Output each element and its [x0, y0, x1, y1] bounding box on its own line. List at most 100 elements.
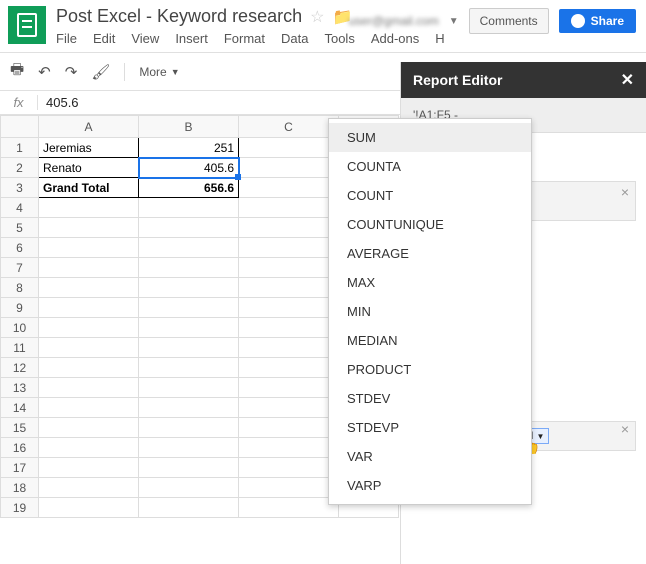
- dropdown-item-max[interactable]: MAX: [329, 268, 531, 297]
- cell[interactable]: [239, 258, 339, 278]
- cell[interactable]: [39, 198, 139, 218]
- account-caret-icon[interactable]: ▼: [449, 16, 459, 27]
- row-header[interactable]: 10: [1, 318, 39, 338]
- close-icon[interactable]: ×: [621, 184, 629, 200]
- cell[interactable]: [139, 498, 239, 518]
- cell[interactable]: [39, 438, 139, 458]
- row-header[interactable]: 12: [1, 358, 39, 378]
- dropdown-item-product[interactable]: PRODUCT: [329, 355, 531, 384]
- cell[interactable]: [139, 238, 239, 258]
- comments-button[interactable]: Comments: [469, 8, 549, 34]
- row-header[interactable]: 17: [1, 458, 39, 478]
- cell[interactable]: [39, 258, 139, 278]
- row-header[interactable]: 2: [1, 158, 39, 178]
- cell[interactable]: [39, 498, 139, 518]
- row-header[interactable]: 14: [1, 398, 39, 418]
- cell[interactable]: [139, 278, 239, 298]
- row-header[interactable]: 15: [1, 418, 39, 438]
- row-header[interactable]: 13: [1, 378, 39, 398]
- cell[interactable]: [239, 238, 339, 258]
- cell[interactable]: [39, 318, 139, 338]
- dropdown-item-stdevp[interactable]: STDEVP: [329, 413, 531, 442]
- row-header[interactable]: 16: [1, 438, 39, 458]
- row-header[interactable]: 3: [1, 178, 39, 198]
- cell[interactable]: [139, 318, 239, 338]
- cell[interactable]: [239, 298, 339, 318]
- cell[interactable]: [239, 218, 339, 238]
- select-all-corner[interactable]: [1, 116, 39, 138]
- cell[interactable]: [139, 218, 239, 238]
- cell[interactable]: [139, 198, 239, 218]
- row-header[interactable]: 1: [1, 138, 39, 158]
- cell[interactable]: [239, 358, 339, 378]
- menu-item-edit[interactable]: Edit: [93, 31, 115, 46]
- menu-item-view[interactable]: View: [131, 31, 159, 46]
- cell[interactable]: [139, 258, 239, 278]
- cell[interactable]: [239, 458, 339, 478]
- print-icon[interactable]: 🖶: [10, 59, 24, 84]
- cell[interactable]: [239, 338, 339, 358]
- undo-icon[interactable]: ↶: [38, 63, 51, 81]
- more-button[interactable]: More ▼: [139, 65, 179, 79]
- dropdown-item-countunique[interactable]: COUNTUNIQUE: [329, 210, 531, 239]
- cell[interactable]: [239, 138, 339, 158]
- cell[interactable]: [39, 338, 139, 358]
- cell[interactable]: [139, 338, 239, 358]
- dropdown-item-stdev[interactable]: STDEV: [329, 384, 531, 413]
- cell[interactable]: [239, 178, 339, 198]
- row-header[interactable]: 8: [1, 278, 39, 298]
- cell[interactable]: Renato: [39, 158, 139, 178]
- redo-icon[interactable]: ↷: [65, 63, 78, 81]
- dropdown-item-var[interactable]: VAR: [329, 442, 531, 471]
- dropdown-item-count[interactable]: COUNT: [329, 181, 531, 210]
- cell[interactable]: [239, 398, 339, 418]
- row-header[interactable]: 18: [1, 478, 39, 498]
- row-header[interactable]: 6: [1, 238, 39, 258]
- cell[interactable]: [39, 418, 139, 438]
- cell[interactable]: [39, 218, 139, 238]
- doc-title[interactable]: Post Excel - Keyword research: [56, 6, 302, 27]
- menu-item-insert[interactable]: Insert: [175, 31, 208, 46]
- paint-format-icon[interactable]: 🖌: [91, 63, 110, 81]
- cell[interactable]: [39, 478, 139, 498]
- row-header[interactable]: 7: [1, 258, 39, 278]
- dropdown-item-sum[interactable]: SUM: [329, 123, 531, 152]
- cell[interactable]: [239, 478, 339, 498]
- cell[interactable]: [239, 278, 339, 298]
- cell[interactable]: [39, 238, 139, 258]
- cell[interactable]: Grand Total: [39, 178, 139, 198]
- cell[interactable]: [139, 418, 239, 438]
- cell[interactable]: [239, 198, 339, 218]
- dropdown-item-average[interactable]: AVERAGE: [329, 239, 531, 268]
- col-header-b[interactable]: B: [139, 116, 239, 138]
- row-header[interactable]: 5: [1, 218, 39, 238]
- cell[interactable]: [39, 458, 139, 478]
- star-icon[interactable]: ☆: [310, 7, 324, 27]
- cell[interactable]: [239, 158, 339, 178]
- dropdown-item-min[interactable]: MIN: [329, 297, 531, 326]
- close-icon[interactable]: ✕: [621, 70, 634, 90]
- cell[interactable]: 251: [139, 138, 239, 158]
- cell[interactable]: [39, 278, 139, 298]
- menu-item-format[interactable]: Format: [224, 31, 265, 46]
- close-icon[interactable]: ×: [621, 421, 629, 437]
- menu-item-data[interactable]: Data: [281, 31, 308, 46]
- row-header[interactable]: 19: [1, 498, 39, 518]
- dropdown-item-counta[interactable]: COUNTA: [329, 152, 531, 181]
- row-header[interactable]: 11: [1, 338, 39, 358]
- dropdown-item-varp[interactable]: VARP: [329, 471, 531, 500]
- cell[interactable]: [239, 418, 339, 438]
- menu-item-file[interactable]: File: [56, 31, 77, 46]
- cell[interactable]: [139, 378, 239, 398]
- cell[interactable]: [239, 498, 339, 518]
- cell[interactable]: [239, 378, 339, 398]
- cell[interactable]: [39, 298, 139, 318]
- cell[interactable]: [139, 438, 239, 458]
- cell[interactable]: [239, 318, 339, 338]
- share-button[interactable]: Share: [559, 9, 636, 33]
- cell[interactable]: [139, 358, 239, 378]
- cell[interactable]: [39, 358, 139, 378]
- cell[interactable]: [139, 458, 239, 478]
- row-header[interactable]: 9: [1, 298, 39, 318]
- cell[interactable]: Jeremias: [39, 138, 139, 158]
